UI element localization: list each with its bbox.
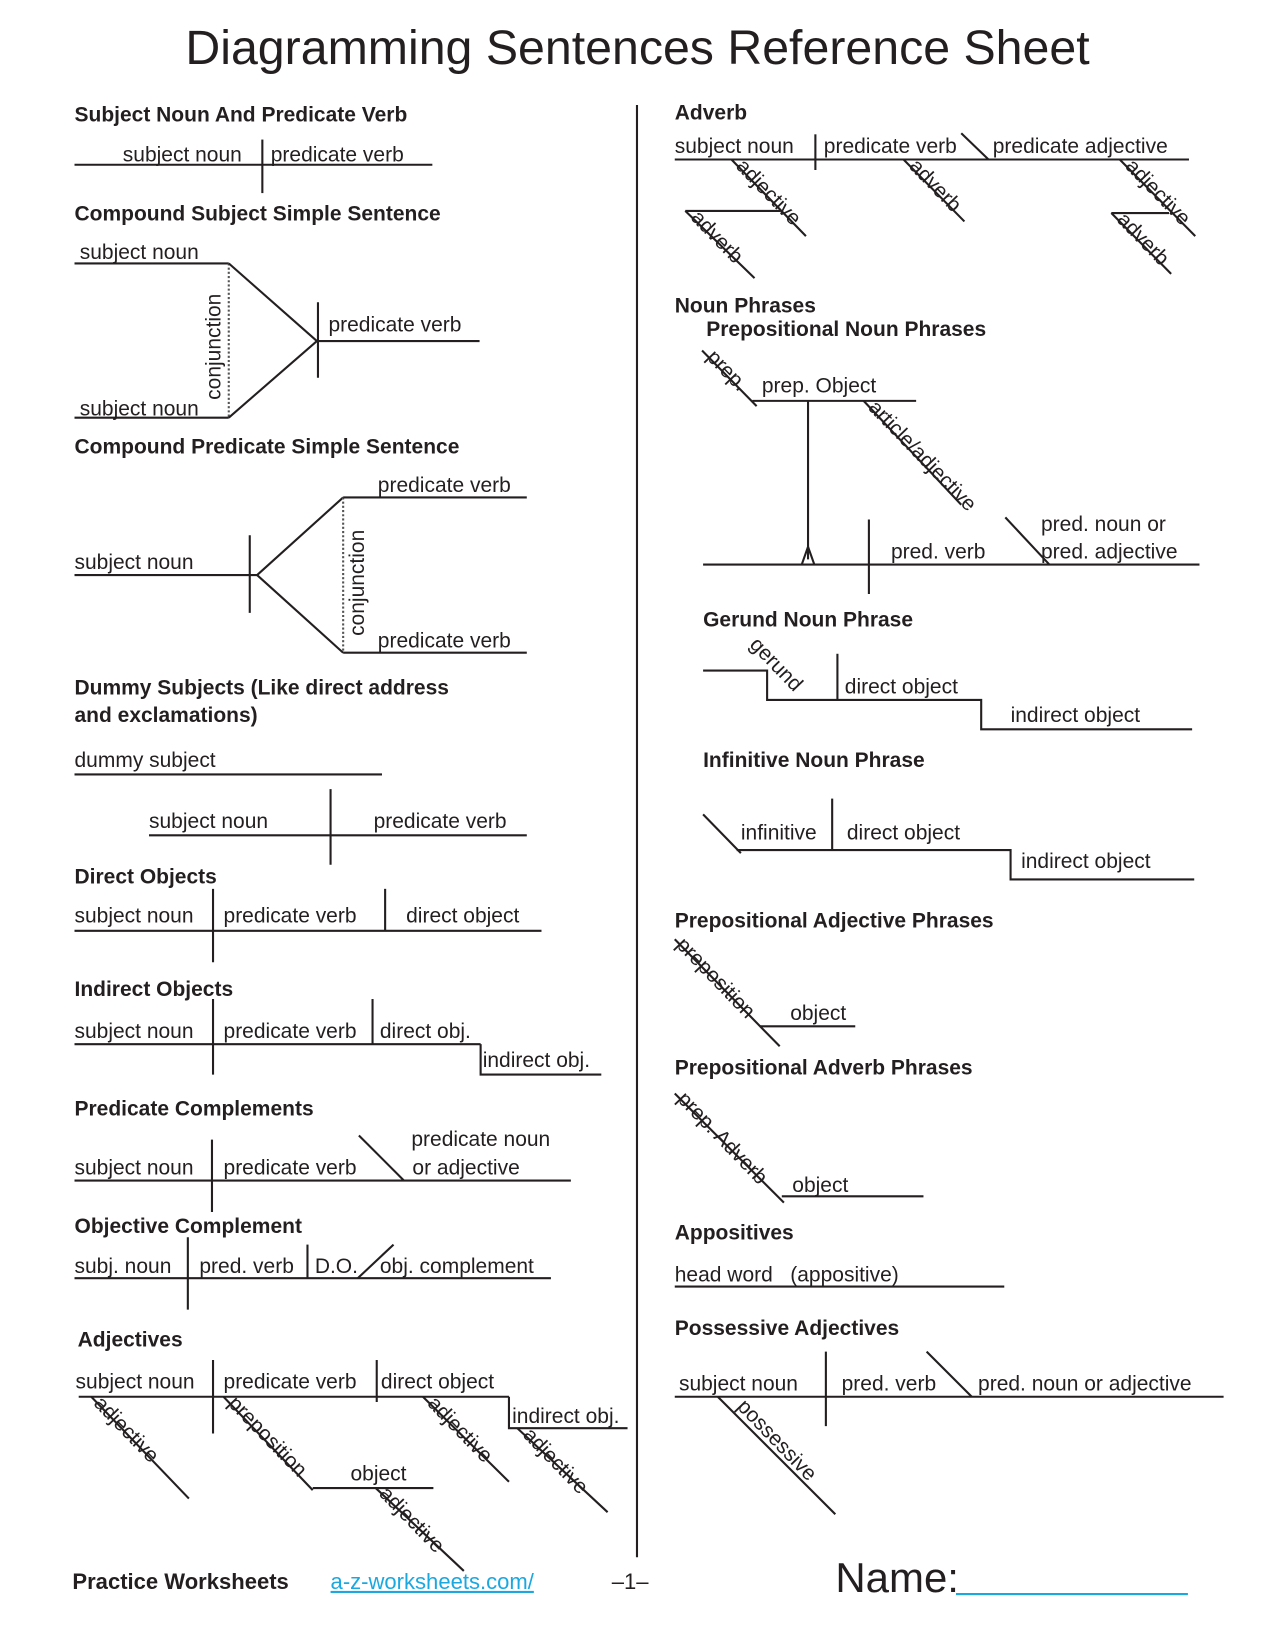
s5-verb-label: predicate verb xyxy=(223,904,357,928)
s3-conjunction-label: conjunction xyxy=(346,529,370,636)
s8-complement-label: obj. complement xyxy=(379,1255,534,1279)
s3-fork-bottom xyxy=(256,574,344,654)
heading-compound-predicate: Compound Predicate Simple Sentence xyxy=(74,435,460,459)
footer-website-link[interactable]: a-z-worksheets.com/ xyxy=(331,1571,534,1593)
r6-object-label: object xyxy=(792,1174,849,1198)
r8-subject-label: subject noun xyxy=(678,1372,798,1396)
heading-dummy-subjects-2: and exclamations) xyxy=(74,704,258,728)
s5-object-label: direct object xyxy=(406,904,520,928)
s9-verb-label: predicate verb xyxy=(223,1370,357,1394)
worksheet-page: Diagramming Sentences Reference Sheet Su… xyxy=(0,0,1275,1651)
s4-verb-label: predicate verb xyxy=(373,810,507,834)
name-input-field[interactable] xyxy=(956,1570,1188,1595)
s2-subject-bottom-label: subject noun xyxy=(79,397,199,421)
r7-appositive-label: head word (appositive) xyxy=(674,1263,899,1287)
s4-subject-label: subject noun xyxy=(149,810,269,834)
s9-indirect-label: indirect obj. xyxy=(512,1405,620,1429)
r3-indirect-label: indirect object xyxy=(1010,704,1141,728)
heading-adverb: Adverb xyxy=(674,101,748,125)
r1-subject-label: subject noun xyxy=(674,135,794,159)
r4-slash xyxy=(702,813,742,854)
r4-indirect-label: indirect object xyxy=(1021,850,1151,874)
s9-object-label: object xyxy=(350,1462,407,1486)
footer-brand: Practice Worksheets xyxy=(72,1569,289,1595)
s4-dummy-label: dummy subject xyxy=(74,749,216,773)
s1-verb-label: predicate verb xyxy=(270,143,404,167)
s8-verb-label: pred. verb xyxy=(199,1255,294,1279)
r2-pred-noun-line2: pred. adjective xyxy=(1041,540,1178,564)
s7-verb-label: predicate verb xyxy=(223,1156,357,1180)
heading-compound-subject: Compound Subject Simple Sentence xyxy=(74,202,441,226)
heading-prepositional-noun-phrases: Prepositional Noun Phrases xyxy=(706,317,987,342)
s6-direct-label: direct obj. xyxy=(379,1020,471,1044)
s7-complement-line1: predicate noun xyxy=(411,1128,551,1152)
s6-indirect-label: indirect obj. xyxy=(482,1049,591,1073)
heading-appositives: Appositives xyxy=(674,1221,794,1245)
s5-subject-label: subject noun xyxy=(74,904,194,928)
s2-conjunction-label: conjunction xyxy=(202,293,226,400)
r1-slash xyxy=(960,132,990,161)
s8-subject-label: subj. noun xyxy=(74,1255,172,1279)
r4-direct-label: direct object xyxy=(846,821,961,845)
r5-object-label: object xyxy=(790,1002,847,1026)
heading-indirect-objects: Indirect Objects xyxy=(74,978,234,1002)
r1-verb-label: predicate verb xyxy=(823,135,957,159)
r8-verb-label: pred. verb xyxy=(841,1372,937,1396)
s6-verb-label: predicate verb xyxy=(223,1020,357,1044)
s7-complement-line2: or adjective xyxy=(412,1156,520,1180)
r4-infinitive-label: infinitive xyxy=(740,821,817,845)
name-label: Name: xyxy=(835,1555,959,1602)
heading-direct-objects: Direct Objects xyxy=(74,865,217,889)
s3-verb-bottom-label: predicate verb xyxy=(377,629,511,653)
s2-subject-top-label: subject noun xyxy=(79,241,199,265)
s6-subject-label: subject noun xyxy=(74,1020,194,1044)
heading-prepositional-adverb-phrases: Prepositional Adverb Phrases xyxy=(674,1056,973,1080)
heading-prepositional-adjective-phrases: Prepositional Adjective Phrases xyxy=(674,909,994,933)
heading-infinitive-noun-phrase: Infinitive Noun Phrase xyxy=(703,749,925,773)
s8-do-label: D.O. xyxy=(314,1255,358,1279)
s2-verb-label: predicate verb xyxy=(328,313,462,337)
s2-fork-bottom xyxy=(228,340,318,419)
heading-predicate-complements: Predicate Complements xyxy=(74,1097,314,1121)
r2-prep-object-label: prep. Object xyxy=(761,374,877,398)
r2-pred-noun-line1: pred. noun or xyxy=(1041,513,1166,537)
heading-adjectives: Adjectives xyxy=(77,1328,183,1352)
heading-objective-complement: Objective Complement xyxy=(74,1215,302,1239)
r2-pred-verb-label: pred. verb xyxy=(890,540,986,564)
heading-possessive-adjectives: Possessive Adjectives xyxy=(674,1316,900,1341)
heading-subject-predicate: Subject Noun And Predicate Verb xyxy=(74,103,408,127)
heading-gerund-noun-phrase: Gerund Noun Phrase xyxy=(703,608,914,632)
page-number: –1– xyxy=(611,1569,649,1595)
s3-fork-top xyxy=(256,496,344,576)
r8-complement-label: pred. noun or adjective xyxy=(978,1372,1192,1396)
s1-subject-label: subject noun xyxy=(122,143,242,167)
s7-slash xyxy=(358,1134,405,1182)
heading-dummy-subjects-1: Dummy Subjects (Like direct address xyxy=(74,676,449,700)
s9-direct-label: direct object xyxy=(380,1370,495,1394)
s7-subject-label: subject noun xyxy=(74,1156,194,1180)
s3-verb-top-label: predicate verb xyxy=(377,474,511,498)
r3-direct-label: direct object xyxy=(844,675,958,699)
s9-subject-label: subject noun xyxy=(75,1370,195,1394)
heading-noun-phrases: Noun Phrases xyxy=(674,294,816,318)
s2-fork-top xyxy=(228,262,318,342)
r1-pred-adj-label: predicate adjective xyxy=(992,135,1168,159)
s3-subject-label: subject noun xyxy=(74,550,194,575)
